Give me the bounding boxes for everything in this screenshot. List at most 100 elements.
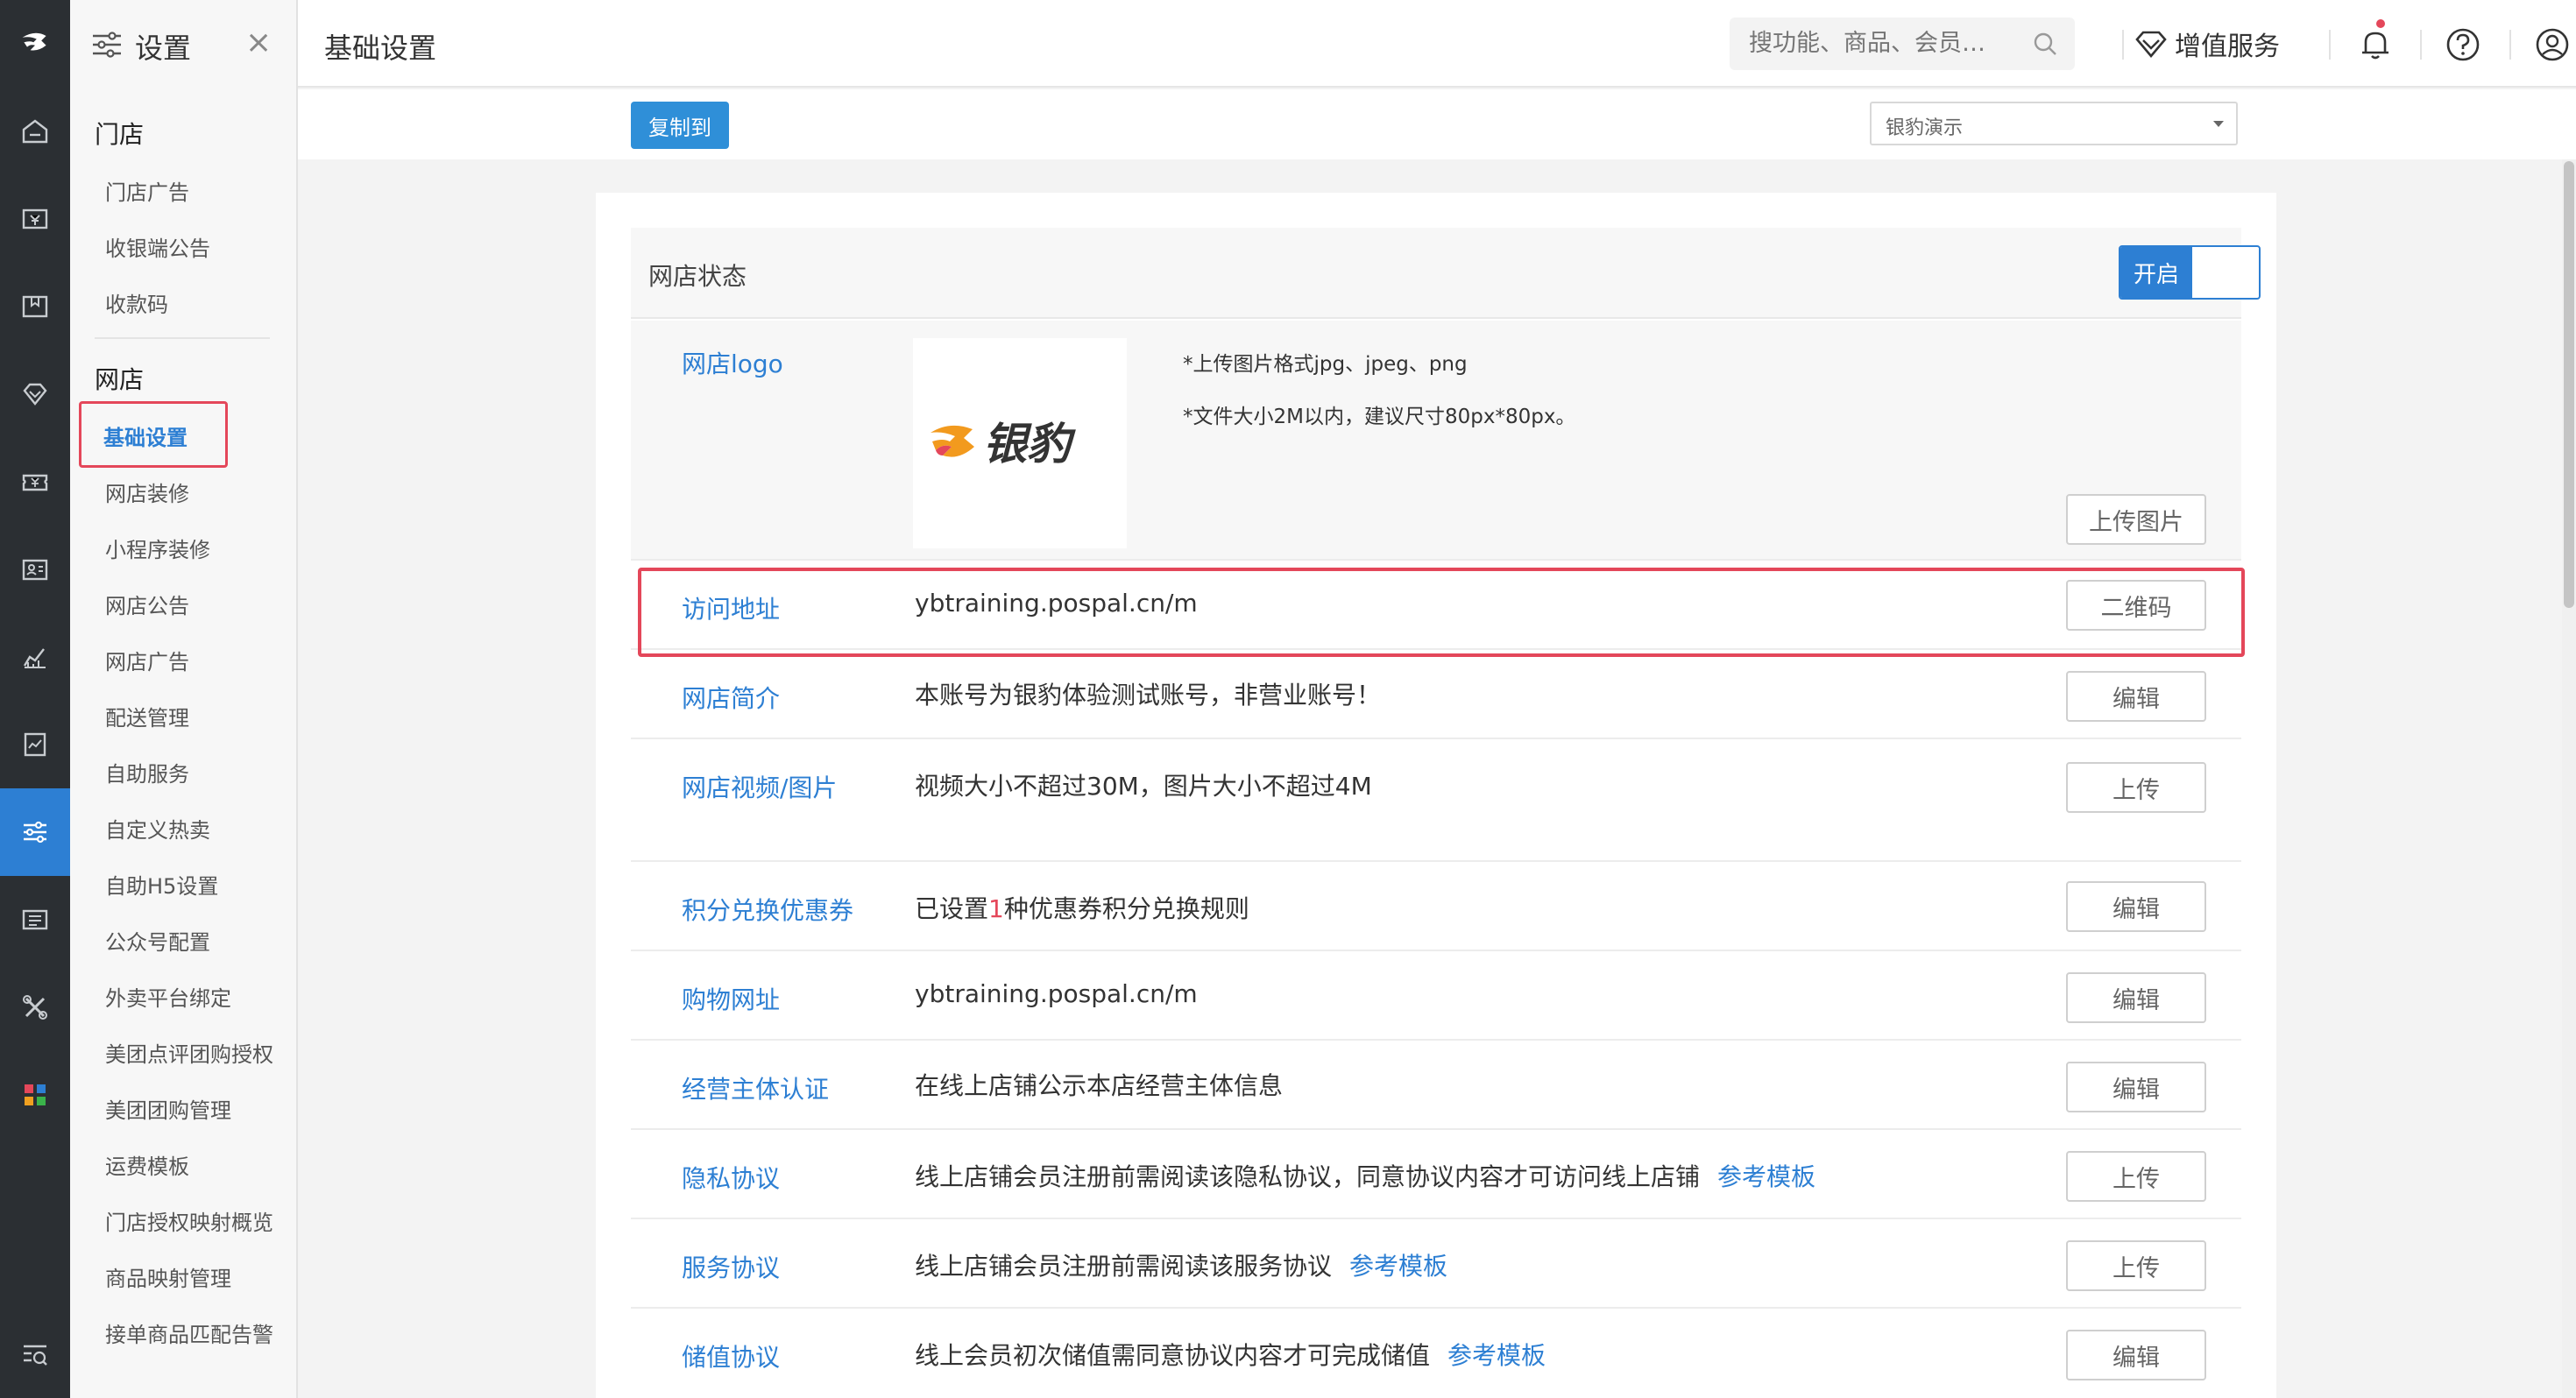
logo-row-label[interactable]: 网店logo — [682, 345, 783, 380]
visit-url-value: ybtraining.pospal.cn/m — [915, 589, 1198, 618]
rail-tools[interactable] — [0, 964, 70, 1051]
document-chart-icon — [24, 732, 46, 757]
search-box[interactable] — [1730, 18, 2075, 70]
page-title: 基础设置 — [324, 32, 437, 65]
help-icon[interactable] — [2445, 26, 2481, 63]
upload-privacy-button[interactable]: 上传 — [2066, 1151, 2206, 1202]
menu-item-payment-code[interactable]: 收款码 — [105, 287, 168, 318]
menu-item-custom-hot[interactable]: 自定义热卖 — [105, 813, 210, 844]
copy-to-button[interactable]: 复制到 — [631, 102, 729, 149]
edit-deposit-button[interactable]: 编辑 — [2066, 1330, 2206, 1380]
header-divider — [2420, 30, 2422, 60]
deposit-agreement-label[interactable]: 储值协议 — [682, 1338, 780, 1373]
user-icon[interactable] — [2534, 26, 2571, 63]
deposit-template-link[interactable]: 参考模板 — [1447, 1341, 1546, 1370]
notification-dot — [2376, 19, 2385, 28]
menu-item-meituan-group[interactable]: 美团团购管理 — [105, 1093, 231, 1124]
menu-item-meituan-auth[interactable]: 美团点评团购授权 — [105, 1037, 273, 1068]
rail-vip[interactable] — [0, 350, 70, 438]
chevron-down-icon — [2213, 121, 2224, 127]
privacy-template-link[interactable]: 参考模板 — [1717, 1162, 1815, 1191]
qrcode-button[interactable]: 二维码 — [2066, 580, 2206, 631]
upload-service-button[interactable]: 上传 — [2066, 1240, 2206, 1291]
store-intro-label[interactable]: 网店简介 — [682, 680, 780, 715]
points-coupon-row: 积分兑换优惠券 已设置1种优惠券积分兑换规则 编辑 — [631, 862, 2241, 951]
home-icon — [22, 119, 48, 144]
member-card-icon — [22, 559, 48, 581]
edit-entity-button[interactable]: 编辑 — [2066, 1062, 2206, 1112]
edit-shop-url-button[interactable]: 编辑 — [2066, 972, 2206, 1023]
menu-item-takeout-binding[interactable]: 外卖平台绑定 — [105, 981, 231, 1012]
store-logo-icon: 银豹 — [931, 419, 1076, 470]
menu-item-miniprogram-decoration[interactable]: 小程序装修 — [105, 533, 210, 563]
menu-item-official-account[interactable]: 公众号配置 — [105, 925, 210, 956]
diamond-icon — [23, 383, 47, 406]
menu-item-store-ad[interactable]: 门店广告 — [105, 175, 189, 206]
service-agreement-value: 线上店铺会员注册前需阅读该服务协议 参考模板 — [915, 1252, 1448, 1281]
menu-item-h5-settings[interactable]: 自助H5设置 — [105, 869, 218, 900]
rail-search-list[interactable] — [0, 1310, 70, 1398]
logo-hint-size: *文件大小2M以内，建议尺寸80px*80px。 — [1183, 406, 1576, 428]
store-video-row: 网店视频/图片 视频大小不超过30M，图片大小不超过4M 上传 — [631, 739, 2241, 862]
visit-url-row: 访问地址 ybtraining.pospal.cn/m 二维码 — [631, 561, 2241, 650]
rail-goods[interactable] — [0, 263, 70, 350]
service-agreement-row: 服务协议 线上店铺会员注册前需阅读该服务协议 参考模板 上传 — [631, 1219, 2241, 1309]
menu-item-freight-template[interactable]: 运费模板 — [105, 1149, 189, 1180]
upload-video-button[interactable]: 上传 — [2066, 762, 2206, 813]
service-template-link[interactable]: 参考模板 — [1349, 1252, 1447, 1281]
store-select-value: 银豹演示 — [1886, 117, 1964, 139]
store-status-toggle[interactable]: 开启 — [2119, 245, 2261, 300]
menu-header: 设置 × — [70, 0, 296, 88]
points-coupon-value: 已设置1种优惠券积分兑换规则 — [915, 894, 1249, 923]
scrollbar-thumb[interactable] — [2564, 161, 2574, 608]
menu-item-delivery[interactable]: 配送管理 — [105, 701, 189, 731]
edit-intro-button[interactable]: 编辑 — [2066, 671, 2206, 722]
menu-item-self-service[interactable]: 自助服务 — [105, 757, 189, 787]
upload-image-button[interactable]: 上传图片 — [2066, 494, 2206, 545]
rail-member[interactable] — [0, 526, 70, 613]
points-coupon-label[interactable]: 积分兑换优惠券 — [682, 892, 853, 927]
store-video-label[interactable]: 网店视频/图片 — [682, 769, 837, 804]
edit-points-button[interactable]: 编辑 — [2066, 881, 2206, 932]
menu-item-order-alert[interactable]: 接单商品匹配告警 — [105, 1317, 273, 1348]
privacy-agreement-label[interactable]: 隐私协议 — [682, 1160, 780, 1195]
apps-grid-icon — [25, 1084, 46, 1105]
service-agreement-label[interactable]: 服务协议 — [682, 1249, 780, 1284]
rail-apps[interactable] — [0, 1051, 70, 1139]
menu-item-store-notice[interactable]: 网店公告 — [105, 589, 189, 619]
menu-item-store-mapping[interactable]: 门店授权映射概览 — [105, 1205, 273, 1236]
tools-icon — [23, 995, 47, 1020]
menu-item-goods-mapping[interactable]: 商品映射管理 — [105, 1261, 231, 1292]
rail-document[interactable] — [0, 701, 70, 788]
menu-section-store: 门店 — [95, 120, 145, 149]
store-status-row: 网店状态 开启 — [631, 228, 2261, 319]
value-service-button[interactable]: 增值服务 — [2134, 25, 2280, 63]
rail-report[interactable] — [0, 613, 70, 701]
shop-url-label[interactable]: 购物网址 — [682, 981, 780, 1016]
menu-item-store-decoration[interactable]: 网店装修 — [105, 477, 189, 507]
rail-settings[interactable] — [0, 788, 70, 876]
bell-icon[interactable] — [2357, 26, 2394, 63]
settings-sliders-icon — [24, 821, 46, 844]
header-divider — [2122, 30, 2124, 60]
visit-url-label[interactable]: 访问地址 — [682, 590, 780, 625]
rail-home[interactable] — [0, 88, 70, 175]
store-select[interactable]: 银豹演示 — [1870, 102, 2238, 145]
rail-cashier[interactable] — [0, 175, 70, 263]
toolbar: 复制到 银豹演示 — [298, 89, 2576, 159]
settings-card: 网店状态 开启 网店logo 银豹 *上传图片格式jpg、jpeg、png *文… — [596, 193, 2276, 1398]
search-input[interactable] — [1749, 30, 2012, 57]
rail-coupon[interactable] — [0, 438, 70, 526]
search-icon[interactable] — [2031, 30, 2059, 58]
menu-item-basic-settings[interactable]: 基础设置 — [103, 420, 188, 451]
goods-box-icon — [22, 295, 48, 318]
rail-store-screen[interactable] — [0, 876, 70, 964]
shop-url-row: 购物网址 ybtraining.pospal.cn/m 编辑 — [631, 951, 2241, 1041]
menu-item-store-ad-online[interactable]: 网店广告 — [105, 645, 189, 675]
menu-item-cashier-notice[interactable]: 收银端公告 — [105, 231, 210, 262]
logo-hint-format: *上传图片格式jpg、jpeg、png — [1183, 353, 1468, 376]
close-icon[interactable]: × — [245, 25, 272, 60]
logo-wordmark: 银豹 — [983, 419, 1076, 470]
business-entity-label[interactable]: 经营主体认证 — [682, 1070, 829, 1105]
app-logo-icon[interactable] — [0, 0, 70, 88]
